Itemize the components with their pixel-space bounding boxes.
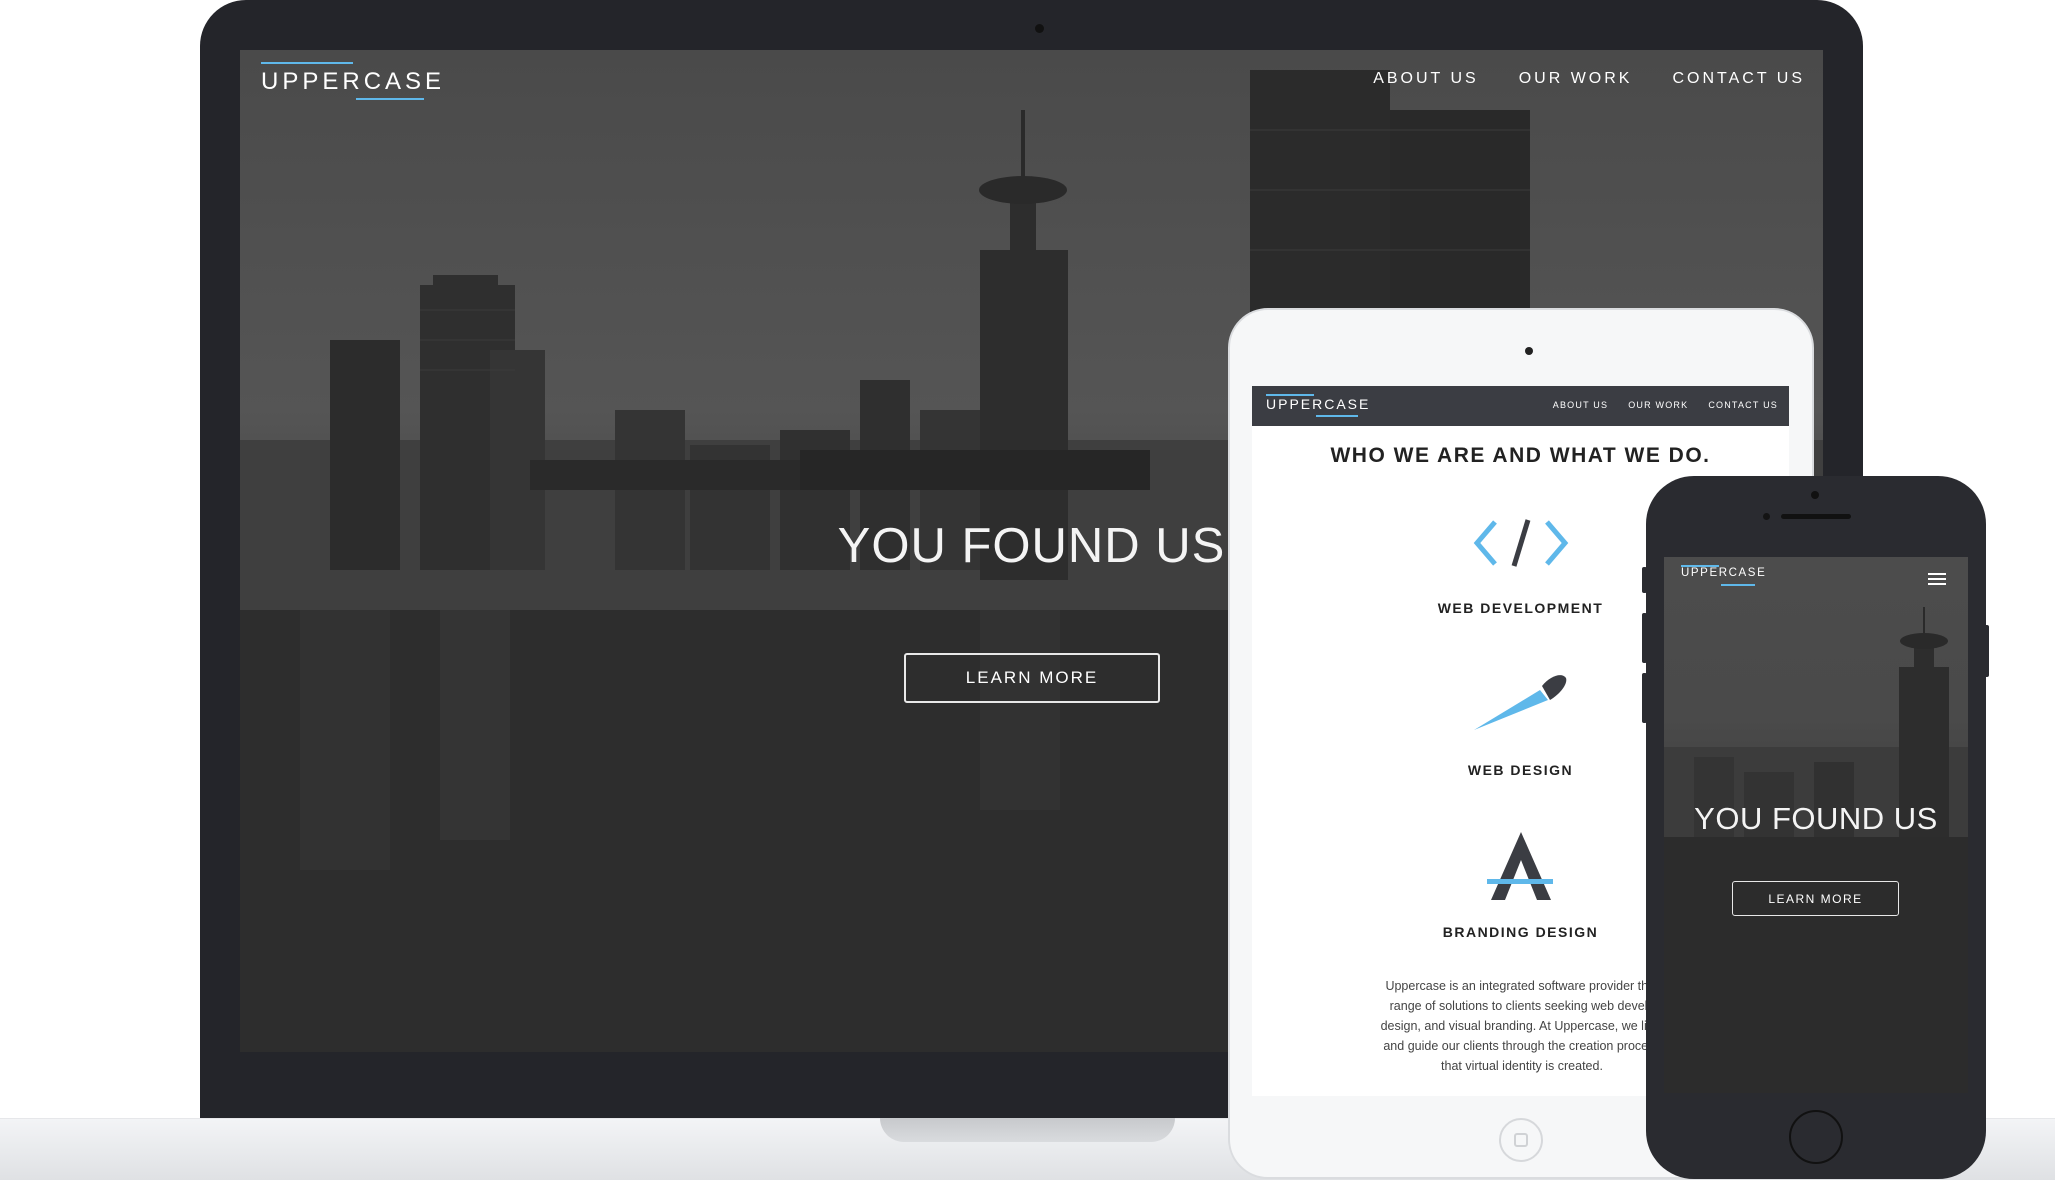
tablet-nav: ABOUT US OUR WORK CONTACT US <box>1553 400 1778 410</box>
nav-contact-us[interactable]: CONTACT US <box>1672 70 1805 88</box>
phone-speaker <box>1781 514 1851 519</box>
tablet-logo[interactable]: UPPERCASE <box>1266 394 1368 420</box>
tablet-nav-about-us[interactable]: ABOUT US <box>1553 400 1608 410</box>
nav-our-work[interactable]: OUR WORK <box>1519 70 1633 88</box>
phone-home-button[interactable] <box>1789 1110 1843 1164</box>
phone-sensor <box>1763 513 1770 520</box>
nav-about-us[interactable]: ABOUT US <box>1373 70 1479 88</box>
tablet-header: UPPERCASE ABOUT US OUR WORK CONTACT US <box>1252 386 1789 426</box>
paintbrush-icon <box>1474 675 1567 730</box>
tablet-nav-contact-us[interactable]: CONTACT US <box>1708 400 1778 410</box>
phone-hero-title: YOU FOUND US <box>1694 801 1938 836</box>
hamburger-menu-icon[interactable] <box>1928 573 1946 585</box>
phone-learn-more-button[interactable]: LEARN MORE <box>1732 881 1899 916</box>
phone-logo[interactable]: UPPERCASE <box>1681 565 1765 591</box>
tablet-camera <box>1525 347 1533 355</box>
tablet-section-heading: WHO WE ARE AND WHAT WE DO. <box>1330 444 1711 467</box>
letter-a-icon <box>1487 832 1553 900</box>
phone-camera <box>1811 491 1819 499</box>
laptop-notch <box>880 1118 1175 1142</box>
laptop-learn-more-button[interactable]: LEARN MORE <box>904 653 1160 703</box>
laptop-nav: ABOUT US OUR WORK CONTACT US <box>1373 70 1805 88</box>
laptop-logo[interactable]: UPPERCASE <box>261 62 441 102</box>
phone-logo-text: UPPERCASE <box>1681 567 1767 579</box>
tablet-nav-our-work[interactable]: OUR WORK <box>1628 400 1688 410</box>
code-icon <box>1473 519 1569 567</box>
tablet-home-button[interactable] <box>1499 1118 1543 1162</box>
phone-screen: UPPERCASE YOU FOUND US LEARN MORE <box>1664 557 1968 1093</box>
laptop-logo-text: UPPERCASE <box>261 68 446 95</box>
laptop-camera <box>1035 24 1044 33</box>
tablet-logo-text: UPPERCASE <box>1266 396 1371 412</box>
